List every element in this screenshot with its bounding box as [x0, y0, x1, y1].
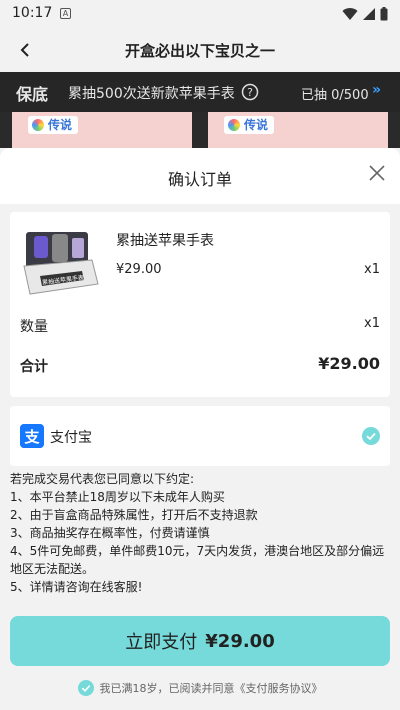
terms-line: 若完成交易代表您已同意以下约定: — [10, 472, 195, 486]
order-card: 累抽送苹果手表 累抽送苹果手表 ¥29.00 x1 数量 x1 合计 ¥29.0… — [10, 212, 390, 397]
total-value: ¥29.00 — [318, 354, 380, 373]
rarity-badge: 传说 — [224, 116, 275, 134]
guarantee-text: 累抽500次送新款苹果手表 — [68, 86, 235, 102]
check-circle-icon[interactable] — [362, 427, 380, 445]
product-price: ¥29.00 — [116, 262, 162, 277]
status-time: 10:17 — [12, 5, 53, 21]
signal-icon — [363, 8, 375, 20]
status-icons — [342, 7, 388, 21]
terms-line: 1、本平台禁止18周岁以下未成年人购买 — [10, 490, 225, 504]
legend-icon — [228, 119, 240, 131]
terms-line: 5、详情请咨询在线客服! — [10, 580, 143, 594]
pay-button-label: 立即支付 — [125, 632, 198, 653]
terms-line: 3、商品抽奖存在概率性，付费请谨慎 — [10, 526, 210, 540]
quantity-value: x1 — [364, 316, 380, 331]
payment-method-label: 支付宝 — [50, 430, 92, 446]
rarity-badge: 传说 — [28, 116, 79, 134]
product-image: 累抽送苹果手表 — [23, 232, 99, 295]
battery-icon — [380, 7, 388, 21]
agreement-check-icon[interactable] — [77, 680, 94, 696]
sheet-title: 确认订单 — [167, 170, 232, 189]
guarantee-banner[interactable]: 保底 累抽500次送新款苹果手表 ? 已抽 0/500 » — [0, 72, 400, 112]
legend-icon — [32, 119, 44, 131]
background-products: 传说 传说 — [0, 112, 400, 148]
agreement-text: 我已满18岁，已阅读并同意《支付服务协议》 — [99, 682, 323, 695]
agreement-row[interactable]: 我已满18岁，已阅读并同意《支付服务协议》 — [0, 680, 400, 696]
confirm-order-sheet: 确认订单 累抽送苹果手表 累抽送苹果手表 ¥29.00 x1 数量 x1 合计 … — [0, 148, 400, 710]
svg-text:?: ? — [247, 86, 253, 99]
page-title: 开盒必出以下宝贝之一 — [124, 42, 275, 60]
pay-now-button[interactable]: 立即支付 ¥29.00 — [10, 616, 390, 666]
guarantee-badge: 保底 — [16, 85, 49, 104]
payment-method-option[interactable]: 支 支付宝 — [10, 406, 390, 466]
terms-line: 4、5件可免邮费，单件邮费10元，7天内发货，港澳台地区及部分偏远地区无法配送。 — [10, 544, 385, 576]
svg-text:支: 支 — [23, 428, 40, 446]
pay-button-amount: ¥29.00 — [205, 630, 275, 652]
background-product-card: 传说 — [208, 112, 388, 148]
alipay-icon: 支 — [20, 424, 44, 448]
close-icon[interactable] — [368, 164, 386, 182]
background-product-card: 传说 — [12, 112, 192, 148]
draw-count: 已抽 0/500 — [301, 88, 369, 103]
wifi-icon — [342, 8, 358, 20]
product-name: 累抽送苹果手表 — [116, 233, 214, 249]
total-label: 合计 — [20, 359, 48, 375]
terms-text: 若完成交易代表您已同意以下约定: 1、本平台禁止18周岁以下未成年人购买 2、由… — [10, 470, 390, 596]
status-bar: 10:17 A — [0, 0, 400, 28]
notification-icon: A — [60, 8, 71, 19]
help-icon[interactable]: ? — [241, 83, 259, 101]
nav-bar: 开盒必出以下宝贝之一 — [0, 28, 400, 72]
sheet-header: 确认订单 — [0, 148, 400, 204]
product-quantity: x1 — [364, 262, 380, 277]
quantity-label: 数量 — [20, 319, 48, 335]
terms-line: 2、由于盲盒商品特殊属性，打开后不支持退款 — [10, 508, 258, 522]
banner-more-icon[interactable]: » — [372, 82, 381, 98]
